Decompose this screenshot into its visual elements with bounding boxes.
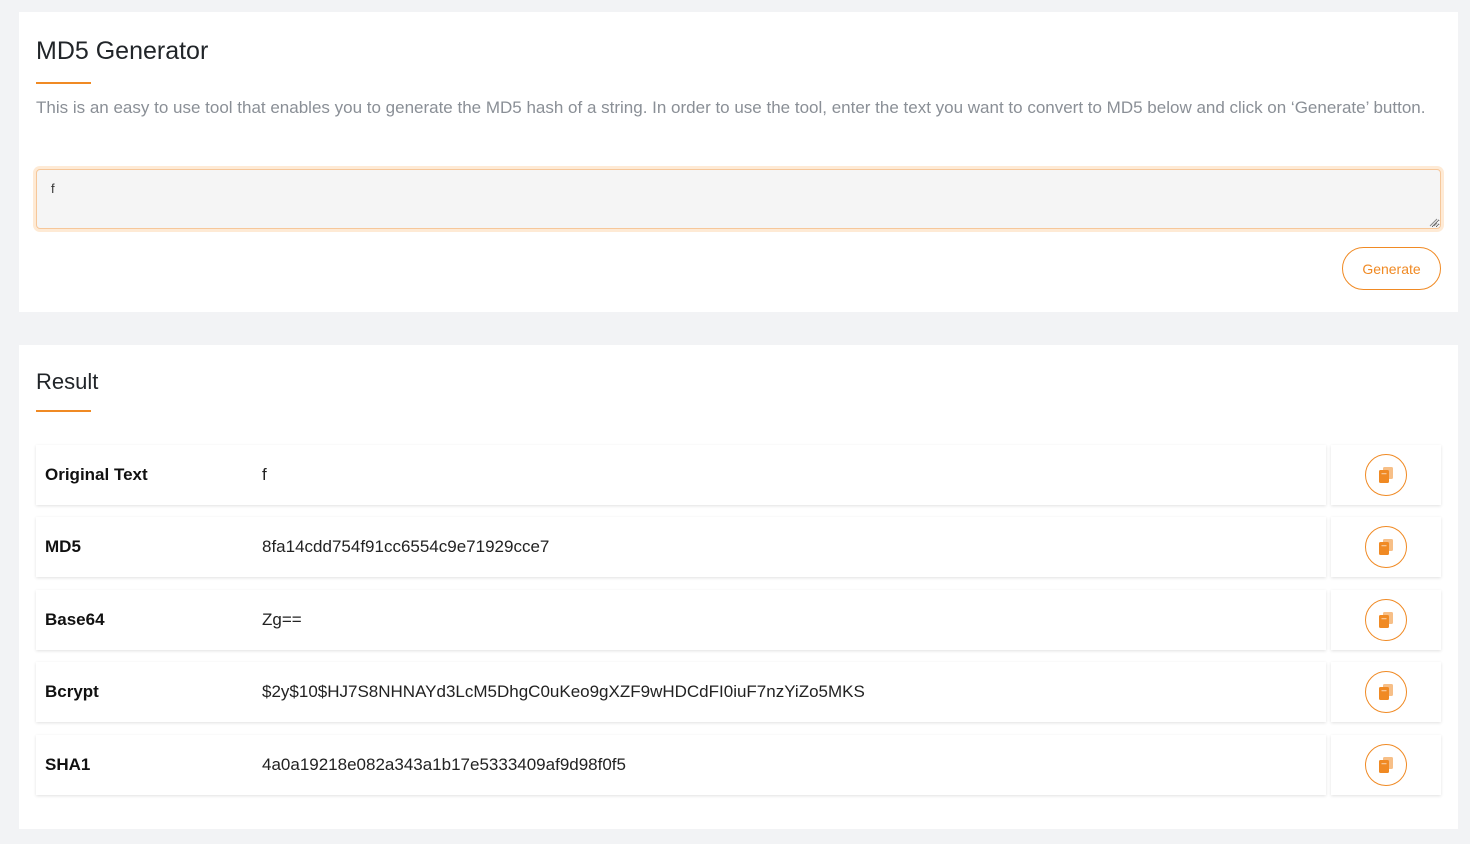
- copy-button[interactable]: [1365, 671, 1407, 713]
- result-value: Zg==: [262, 610, 302, 629]
- result-label: Original Text: [45, 465, 148, 484]
- result-row-actions: [1331, 735, 1441, 795]
- copy-icon: [1379, 467, 1393, 483]
- copy-button[interactable]: [1365, 599, 1407, 641]
- md5-generator-card: MD5 Generator This is an easy to use too…: [19, 12, 1458, 312]
- generate-button[interactable]: Generate: [1342, 247, 1441, 290]
- result-row-content: SHA1 4a0a19218e082a343a1b17e5333409af9d9…: [36, 735, 1326, 795]
- result-row-sha1: SHA1 4a0a19218e082a343a1b17e5333409af9d9…: [36, 735, 1441, 795]
- result-row-md5: MD5 8fa14cdd754f91cc6554c9e71929cce7: [36, 517, 1441, 577]
- result-label: SHA1: [45, 755, 91, 774]
- result-value: $2y$10$HJ7S8NHNAYd3LcM5DhgC0uKeo9gXZF9wH…: [262, 682, 865, 701]
- copy-button[interactable]: [1365, 744, 1407, 786]
- result-value: 4a0a19218e082a343a1b17e5333409af9d98f0f5: [262, 755, 626, 774]
- result-label: MD5: [45, 537, 81, 556]
- result-value: 8fa14cdd754f91cc6554c9e71929cce7: [262, 537, 550, 556]
- generator-title-underline: [36, 82, 91, 84]
- result-row-content: MD5 8fa14cdd754f91cc6554c9e71929cce7: [36, 517, 1326, 577]
- result-row-actions: [1331, 590, 1441, 650]
- copy-icon: [1379, 539, 1393, 555]
- result-row-actions: [1331, 445, 1441, 505]
- result-label: Base64: [45, 610, 105, 629]
- result-value: f: [262, 465, 267, 484]
- result-title: Result: [36, 369, 99, 394]
- result-row-original-text: Original Text f: [36, 445, 1441, 505]
- result-row-base64: Base64 Zg==: [36, 590, 1441, 650]
- result-title-underline: [36, 410, 91, 412]
- result-row-actions: [1331, 662, 1441, 722]
- generator-title: MD5 Generator: [36, 37, 209, 65]
- result-row-bcrypt: Bcrypt $2y$10$HJ7S8NHNAYd3LcM5DhgC0uKeo9…: [36, 662, 1441, 722]
- copy-icon: [1379, 612, 1393, 628]
- copy-button[interactable]: [1365, 454, 1407, 496]
- generator-description: This is an easy to use tool that enables…: [36, 98, 1426, 117]
- copy-button[interactable]: [1365, 526, 1407, 568]
- copy-icon: [1379, 684, 1393, 700]
- result-label: Bcrypt: [45, 682, 99, 701]
- result-row-content: Original Text f: [36, 445, 1326, 505]
- result-row-content: Bcrypt $2y$10$HJ7S8NHNAYd3LcM5DhgC0uKeo9…: [36, 662, 1326, 722]
- result-row-actions: [1331, 517, 1441, 577]
- result-row-content: Base64 Zg==: [36, 590, 1326, 650]
- result-card: Result Original Text f MD5 8fa14cdd754f9…: [19, 345, 1458, 829]
- text-input[interactable]: f: [36, 169, 1441, 229]
- copy-icon: [1379, 757, 1393, 773]
